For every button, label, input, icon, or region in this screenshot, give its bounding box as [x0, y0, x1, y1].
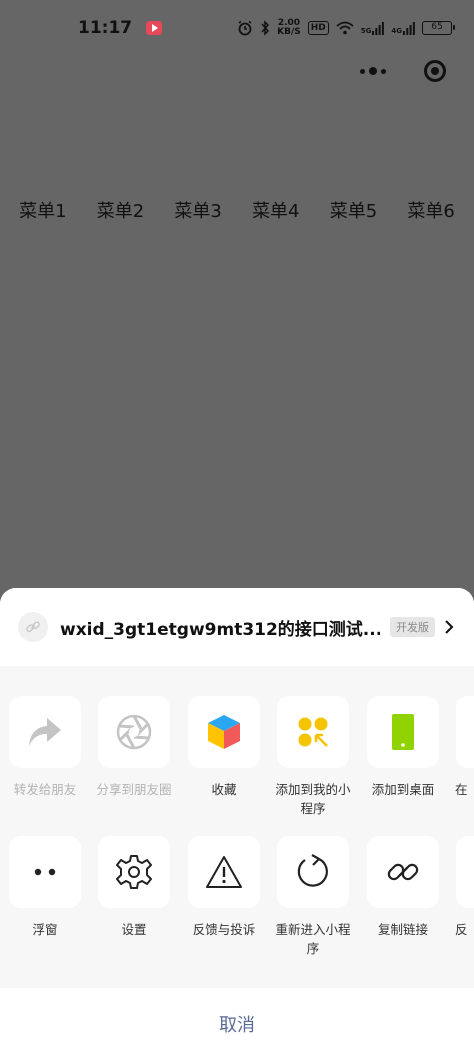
action-float-window[interactable]: 浮窗 [8, 836, 82, 939]
warning-icon [206, 856, 242, 888]
gear-icon [116, 855, 152, 889]
aperture-icon [116, 714, 152, 750]
cancel-bar: 取消 [0, 988, 474, 1060]
action-label: 添加到我的小程序 [275, 782, 351, 816]
action-label: 浮窗 [32, 922, 58, 937]
action-label: 设置 [121, 922, 147, 937]
action-label: 收藏 [211, 782, 237, 797]
share-arrow-icon [29, 718, 61, 746]
mini-program-icon [298, 717, 328, 747]
network-speed: 2.00 KB/S [277, 18, 301, 37]
menu-item-4[interactable]: 菜单4 [252, 197, 299, 223]
menu-item-3[interactable]: 菜单3 [174, 197, 221, 223]
link-icon [387, 863, 419, 881]
app-title: wxid_3gt1etgw9mt312的接口测试... [60, 619, 380, 640]
action-forward-friend[interactable]: 转发给朋友 [8, 696, 82, 799]
partial-icon [456, 696, 474, 768]
phone-icon [392, 714, 414, 750]
action-partial-next-2[interactable]: 反 [455, 836, 474, 939]
action-copy-link[interactable]: 复制链接 [366, 836, 440, 939]
action-row-1: 转发给朋友 分享到朋友圈 收藏 添加到我的小程序 添加到桌面 在 [0, 696, 474, 836]
partial-icon [456, 836, 474, 908]
action-label: 反 [455, 922, 468, 937]
chevron-right-icon [445, 620, 454, 634]
status-icons: 2.00 KB/S HD 5G 4G 65 [237, 18, 455, 37]
reload-icon [297, 854, 328, 887]
close-target-icon[interactable] [424, 60, 446, 82]
action-label: 添加到桌面 [371, 782, 435, 797]
action-partial-next[interactable]: 在 [455, 696, 474, 799]
action-label: 复制链接 [377, 922, 428, 937]
menu-row: 菜单1 菜单2 菜单3 菜单4 菜单5 菜单6 [0, 194, 474, 226]
battery-icon: 65 [422, 21, 455, 35]
hd-icon: HD [307, 21, 329, 35]
link-logo-icon [26, 621, 40, 633]
alarm-icon [238, 20, 252, 36]
sim1-signal-icon: 5G [361, 21, 385, 35]
action-reenter[interactable]: 重新进入小程序 [275, 836, 351, 958]
action-settings[interactable]: 设置 [97, 836, 171, 939]
sim2-signal-icon: 4G [391, 21, 415, 35]
menu-item-6[interactable]: 菜单6 [407, 197, 454, 223]
action-row-2: 浮窗 设置 反馈与投诉 重新进入小程序 复制链接 反 [0, 836, 474, 976]
float-window-icon [34, 868, 56, 876]
cancel-button[interactable]: 取消 [219, 1011, 255, 1037]
menu-item-1[interactable]: 菜单1 [19, 197, 66, 223]
screen-record-icon [146, 21, 163, 35]
action-label: 分享到朋友圈 [96, 782, 172, 797]
status-time: 11:17 [78, 18, 133, 38]
action-share-moments[interactable]: 分享到朋友圈 [96, 696, 172, 799]
action-add-to-desktop[interactable]: 添加到桌面 [366, 696, 440, 799]
sheet-header[interactable]: wxid_3gt1etgw9mt312的接口测试... 开发版 [0, 588, 474, 666]
action-label: 反馈与投诉 [192, 922, 256, 937]
action-sheet: wxid_3gt1etgw9mt312的接口测试... 开发版 转发给朋友 分享… [0, 588, 474, 1060]
bluetooth-icon [261, 20, 270, 36]
menu-item-5[interactable]: 菜单5 [330, 197, 377, 223]
app-logo [18, 612, 48, 642]
cube-icon [208, 715, 240, 749]
action-label: 转发给朋友 [13, 782, 77, 797]
action-add-my-miniprogram[interactable]: 添加到我的小程序 [275, 696, 351, 818]
dev-version-badge: 开发版 [390, 617, 435, 637]
menu-item-2[interactable]: 菜单2 [97, 197, 144, 223]
action-feedback[interactable]: 反馈与投诉 [187, 836, 261, 939]
action-label: 在 [455, 782, 468, 797]
status-bar: 11:17 2.00 KB/S HD 5G 4G 65 [0, 0, 474, 56]
more-icon[interactable] [360, 67, 386, 75]
action-label: 重新进入小程序 [275, 922, 351, 956]
action-favorite[interactable]: 收藏 [187, 696, 261, 799]
capsule-menu [352, 54, 452, 88]
wifi-icon [336, 21, 354, 35]
